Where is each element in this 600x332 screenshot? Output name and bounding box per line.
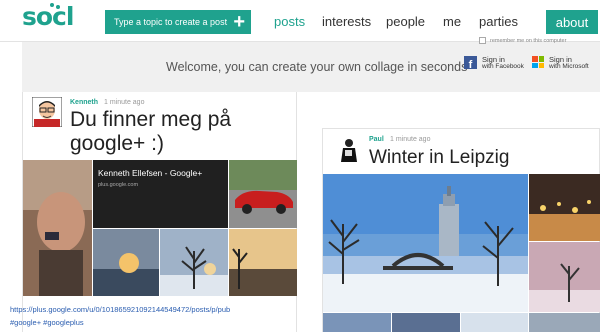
link-preview-title: Kenneth Ellefsen - Google+ <box>98 168 203 178</box>
plus-icon: + <box>233 11 245 33</box>
create-post-button[interactable]: Type a topic to create a post + <box>105 10 251 34</box>
photo-pink-dusk[interactable] <box>529 242 600 312</box>
photo-strip-2[interactable] <box>392 313 460 332</box>
nav-parties[interactable]: parties <box>479 14 518 29</box>
photo-strip-3[interactable] <box>461 313 528 332</box>
post-title-line2[interactable]: google+ :) <box>70 132 164 156</box>
welcome-text: Welcome, you can create your own collage… <box>166 60 468 74</box>
nav-me[interactable]: me <box>443 14 461 29</box>
photo-strip-4[interactable] <box>529 313 600 332</box>
photo-portrait[interactable] <box>23 160 92 296</box>
microsoft-signin-line1: Sign in <box>549 55 572 64</box>
post-author[interactable]: Kenneth <box>70 99 98 106</box>
facebook-signin-line1: Sign in <box>482 55 505 64</box>
microsoft-signin-line2: with Microsoft <box>549 63 589 70</box>
post-time: 1 minute ago <box>390 136 431 143</box>
facebook-signin-line2: with Facebook <box>482 63 524 70</box>
nav-interests[interactable]: interests <box>322 14 371 29</box>
photo-red-car[interactable] <box>229 160 297 228</box>
remember-me-checkbox[interactable] <box>479 37 486 44</box>
welcome-bar: Welcome, you can create your own collage… <box>22 42 600 92</box>
nav-posts[interactable]: posts <box>274 14 305 29</box>
about-button[interactable]: about <box>546 10 598 34</box>
link-preview-card[interactable]: Kenneth Ellefsen - Google+ plus.google.c… <box>93 160 228 228</box>
link-preview-url: plus.google.com <box>98 182 139 188</box>
avatar-paul[interactable] <box>333 136 363 166</box>
photo-winter-trees[interactable] <box>160 229 228 296</box>
socl-logo[interactable]: socl <box>22 2 74 31</box>
post-title-line1[interactable]: Du finner meg på <box>70 108 231 132</box>
microsoft-signin-button[interactable]: Sign in with Microsoft <box>532 56 589 70</box>
nav-people[interactable]: people <box>386 14 425 29</box>
remember-me: remember me on this computer <box>479 37 566 44</box>
facebook-signin-button[interactable]: f Sign in with Facebook <box>464 55 524 71</box>
logo-dots-icon <box>50 3 62 11</box>
post-author[interactable]: Paul <box>369 136 384 143</box>
create-post-label: Type a topic to create a post <box>114 17 228 27</box>
tag-googleplus[interactable]: #googleplus <box>43 318 83 327</box>
facebook-icon: f <box>464 56 477 71</box>
post-link[interactable]: https://plus.google.com/u/0/101865921092… <box>10 305 230 314</box>
remember-me-label: remember me on this computer <box>490 37 567 44</box>
post-title[interactable]: Winter in Leipzig <box>369 146 509 170</box>
post-time: 1 minute ago <box>104 99 145 106</box>
avatar-kenneth[interactable] <box>32 97 62 127</box>
tag-google-plus[interactable]: #google+ <box>10 318 41 327</box>
post-tags: #google+ #googleplus <box>10 318 84 327</box>
photo-city-night[interactable] <box>529 174 600 241</box>
top-bar: socl Type a topic to create a post + pos… <box>0 0 600 42</box>
microsoft-icon <box>532 56 544 68</box>
photo-dusk-sky[interactable] <box>229 229 297 296</box>
photo-leipzig-winter[interactable] <box>323 174 528 312</box>
photo-strip-1[interactable] <box>323 313 391 332</box>
photo-sunset-water[interactable] <box>93 229 159 296</box>
